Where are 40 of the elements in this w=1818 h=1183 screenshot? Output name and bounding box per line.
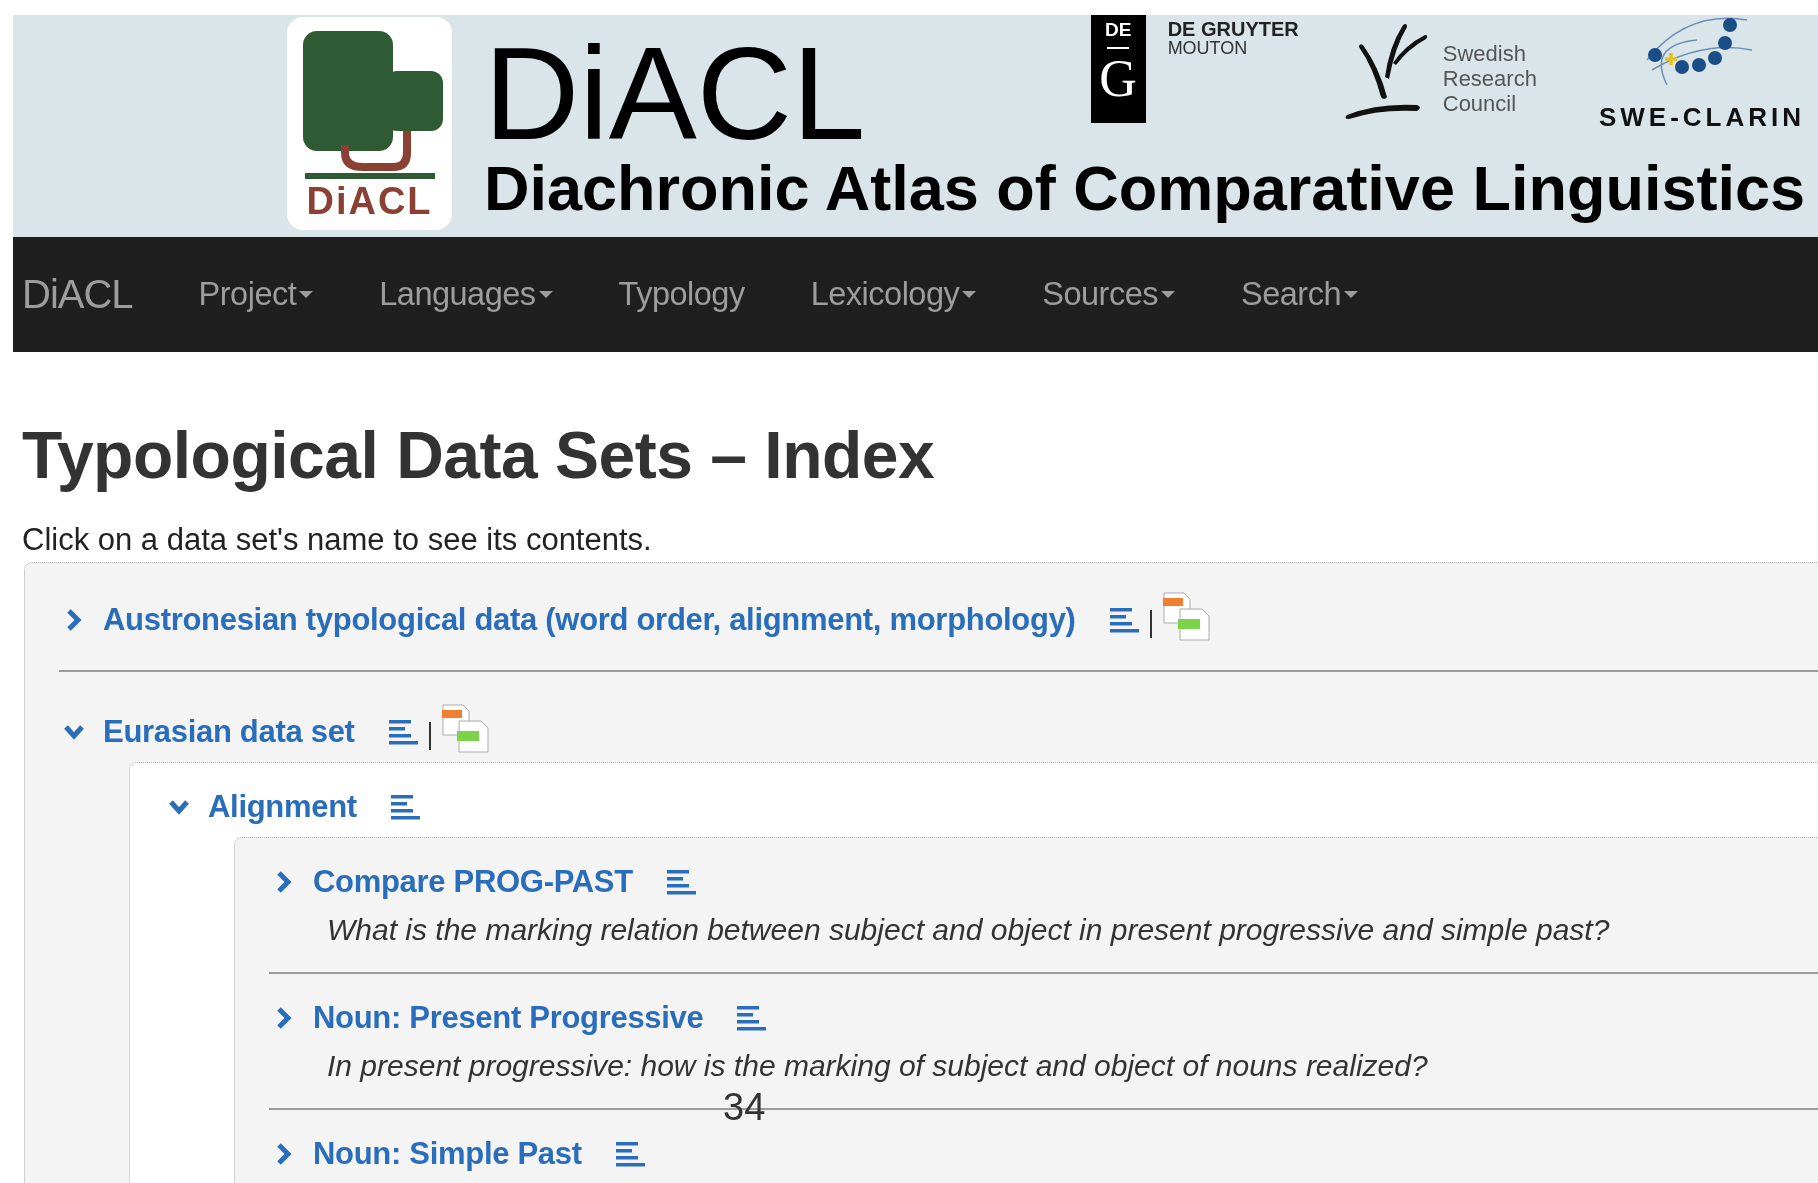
list-icon[interactable] <box>737 1004 768 1032</box>
brand-link[interactable]: DiACL <box>22 272 133 317</box>
file-stack-icon[interactable] <box>440 703 491 753</box>
dataset-description: In present progressive: how is the marking of subject and object of nouns realized? <box>327 1048 1429 1084</box>
dataset-link[interactable]: Eurasian data set <box>103 714 355 750</box>
dataset-link[interactable]: Noun: Present Progressive <box>313 1000 704 1036</box>
list-icon[interactable] <box>1109 606 1140 634</box>
file-stack-icon[interactable] <box>1161 591 1212 641</box>
list-icon[interactable] <box>615 1140 646 1168</box>
caret-icon <box>538 291 553 298</box>
council-name: Research <box>1442 66 1537 91</box>
nav-link[interactable]: Project <box>198 276 314 313</box>
site-subtitle: Diachronic Atlas of Comparative Linguistics <box>484 155 1805 221</box>
clarin-name: SWE-CLARIN <box>1598 102 1805 133</box>
dataset-link[interactable]: Austronesian typological data (word order, alignment, morphology) <box>103 602 1076 638</box>
dataset-description: What is the marking relation between subject and object in present progressive and simple past? <box>327 912 1611 948</box>
dataset-link[interactable]: Noun: Simple Past <box>313 1136 582 1172</box>
intro-text: Click on a data set's name to see its contents. <box>22 523 653 557</box>
list-icon[interactable] <box>388 718 419 746</box>
caret-icon <box>1161 291 1175 298</box>
nav-link[interactable]: Typology <box>618 276 745 313</box>
dataset-link[interactable]: Compare PROG-PAST <box>313 864 633 900</box>
page-number: 34 <box>723 1086 766 1129</box>
publisher-name: DE GRUYTER <box>1167 19 1299 39</box>
publisher-badge[interactable]: DE G <box>1090 15 1146 123</box>
council-name: Swedish <box>1442 41 1527 66</box>
council-name: Council <box>1442 91 1518 116</box>
caret-icon <box>962 291 977 298</box>
site-title: DiACL <box>484 19 866 155</box>
dataset-link[interactable]: Alignment <box>208 789 357 825</box>
nav-link[interactable]: Sources <box>1042 276 1175 313</box>
list-icon[interactable] <box>390 793 421 821</box>
nav-link[interactable]: Languages <box>379 276 553 313</box>
logo-text: DiACL <box>306 179 433 223</box>
publisher-name: MOUTON <box>1167 39 1249 57</box>
caret-icon <box>1344 291 1358 298</box>
nav-link[interactable]: Search <box>1241 276 1358 313</box>
caret-icon <box>299 291 314 298</box>
nav-link[interactable]: Lexicology <box>810 276 977 313</box>
list-icon[interactable] <box>666 868 697 896</box>
